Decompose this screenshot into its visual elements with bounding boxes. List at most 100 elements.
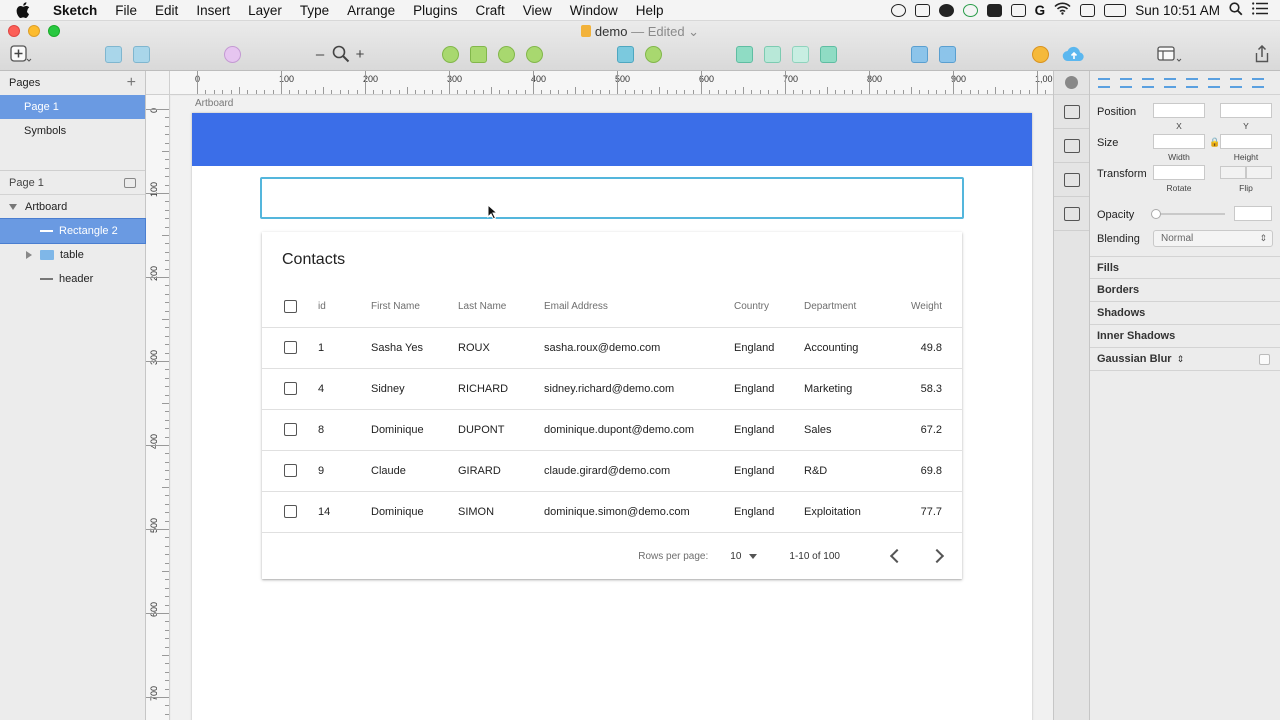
page-item-page-1[interactable]: Page 1 xyxy=(0,95,145,119)
color-picker-icon[interactable] xyxy=(1054,71,1089,95)
rotate-field[interactable] xyxy=(1153,165,1205,180)
edited-status[interactable]: — Edited xyxy=(631,24,684,39)
row-checkbox[interactable] xyxy=(284,505,297,518)
align-middle-icon[interactable] xyxy=(1230,77,1242,88)
align-top-icon[interactable] xyxy=(1208,77,1220,88)
creative-cloud-icon[interactable] xyxy=(938,3,954,17)
record-icon[interactable] xyxy=(890,3,906,17)
menu-view[interactable]: View xyxy=(514,0,561,21)
intersect-button[interactable] xyxy=(789,44,811,64)
clipboard-icon[interactable] xyxy=(986,3,1002,17)
collapse-layers-icon[interactable] xyxy=(124,177,136,188)
add-page-icon[interactable]: + xyxy=(127,74,136,92)
menu-app-sketch[interactable]: Sketch xyxy=(44,0,106,21)
select-all-checkbox[interactable] xyxy=(284,299,297,313)
flatten-button[interactable] xyxy=(523,44,545,64)
rectangle-2-layer[interactable] xyxy=(260,177,964,219)
distribute-horizontal-icon[interactable] xyxy=(1098,77,1110,88)
fills-section[interactable]: Fills xyxy=(1090,256,1280,279)
union-button[interactable] xyxy=(733,44,755,64)
menu-plugins[interactable]: Plugins xyxy=(404,0,466,21)
align-right-icon[interactable] xyxy=(1186,77,1198,88)
g-icon[interactable]: G xyxy=(1035,3,1046,18)
chevron-updown-icon[interactable]: ⇕ xyxy=(1177,354,1185,365)
shadows-section[interactable]: Shadows xyxy=(1090,302,1280,325)
blur-enable-checkbox[interactable] xyxy=(1259,354,1270,365)
film-icon[interactable] xyxy=(914,3,930,17)
menu-layer[interactable]: Layer xyxy=(239,0,291,21)
flip-horizontal-button[interactable] xyxy=(1220,166,1246,179)
flip-vertical-button[interactable] xyxy=(1246,166,1272,179)
artboard[interactable]: Contacts id First Name Last Name Email A… xyxy=(192,113,1032,720)
battery-icon[interactable] xyxy=(1104,3,1127,17)
cloud-upload-icon[interactable] xyxy=(1061,44,1087,64)
rows-per-page-select[interactable]: 10 xyxy=(730,551,758,562)
resize-constraints-icon[interactable] xyxy=(1054,197,1089,231)
group-button[interactable] xyxy=(102,44,124,64)
clock[interactable]: Sun 10:51 AM xyxy=(1135,3,1220,18)
gaussian-blur-section[interactable]: Gaussian Blur ⇕ xyxy=(1090,348,1280,371)
layer-rectangle-2[interactable]: Rectangle 2 xyxy=(0,218,146,244)
table-row[interactable]: 14 Dominique SIMON dominique.simon@demo.… xyxy=(262,491,962,533)
menu-craft[interactable]: Craft xyxy=(466,0,513,21)
position-y-field[interactable] xyxy=(1220,103,1272,118)
scale-button[interactable] xyxy=(642,44,664,64)
menu-type[interactable]: Type xyxy=(291,0,338,21)
horizontal-ruler[interactable]: 0 100 200 300 400 500 600 700 800 900 1,… xyxy=(170,71,1053,95)
menu-file[interactable]: File xyxy=(106,0,146,21)
forward-button[interactable] xyxy=(908,44,930,64)
rotate-button[interactable] xyxy=(495,44,517,64)
layer-header[interactable]: header xyxy=(0,267,145,291)
zoom-out-button[interactable]: – xyxy=(312,44,328,64)
subtract-button[interactable] xyxy=(761,44,783,64)
edit-button[interactable] xyxy=(439,44,461,64)
grammarly-icon[interactable] xyxy=(962,3,978,17)
inner-shadows-section[interactable]: Inner Shadows xyxy=(1090,325,1280,348)
export-icon[interactable] xyxy=(1054,95,1089,129)
table-row[interactable]: 4 Sidney RICHARD sidney.richard@demo.com… xyxy=(262,368,962,410)
symbol-overrides-icon[interactable] xyxy=(1054,129,1089,163)
menu-insert[interactable]: Insert xyxy=(187,0,239,21)
notification-center-icon[interactable] xyxy=(1252,2,1268,18)
opacity-slider-knob[interactable] xyxy=(1151,209,1161,219)
page-item-symbols[interactable]: Symbols xyxy=(0,119,145,143)
menu-window[interactable]: Window xyxy=(561,0,627,21)
row-checkbox[interactable] xyxy=(284,341,297,354)
column-header-first-name[interactable]: First Name xyxy=(371,286,458,328)
chevron-right-icon[interactable] xyxy=(929,548,945,564)
drive-icon[interactable] xyxy=(1010,3,1026,17)
row-checkbox[interactable] xyxy=(284,423,297,436)
column-header-id[interactable]: id xyxy=(318,286,371,328)
ungroup-button[interactable] xyxy=(130,44,152,64)
column-header-last-name[interactable]: Last Name xyxy=(458,286,544,328)
difference-button[interactable] xyxy=(817,44,839,64)
layer-artboard[interactable]: Artboard xyxy=(0,195,145,219)
distribute-vertical-icon[interactable] xyxy=(1120,77,1132,88)
width-field[interactable] xyxy=(1153,134,1205,149)
table-row[interactable]: 1 Sasha Yes ROUX sasha.roux@demo.com Eng… xyxy=(262,327,962,369)
header-layer[interactable] xyxy=(192,113,1032,166)
insert-button[interactable] xyxy=(6,44,36,64)
chevron-left-icon[interactable] xyxy=(889,548,905,564)
opacity-field[interactable] xyxy=(1234,206,1272,221)
artboard-title[interactable]: Artboard xyxy=(195,98,233,109)
height-field[interactable] xyxy=(1220,134,1272,149)
share-export-button[interactable] xyxy=(1252,44,1272,64)
menu-edit[interactable]: Edit xyxy=(146,0,187,21)
sketch-cloud-icon[interactable] xyxy=(1029,44,1051,64)
align-bottom-icon[interactable] xyxy=(1252,77,1264,88)
align-left-icon[interactable] xyxy=(1142,77,1154,88)
row-checkbox[interactable] xyxy=(284,464,297,477)
menu-help[interactable]: Help xyxy=(627,0,673,21)
opacity-slider[interactable] xyxy=(1151,209,1225,219)
column-header-email[interactable]: Email Address xyxy=(544,286,734,328)
vertical-ruler[interactable]: 0 100 200 300 400 500 600 700 xyxy=(146,95,170,720)
align-center-icon[interactable] xyxy=(1164,77,1176,88)
airplay-icon[interactable] xyxy=(1080,3,1096,17)
column-header-weight[interactable]: Weight xyxy=(887,286,962,328)
borders-section[interactable]: Borders xyxy=(1090,279,1280,302)
backward-button[interactable] xyxy=(936,44,958,64)
contacts-table-card[interactable]: Contacts id First Name Last Name Email A… xyxy=(262,232,962,579)
layer-table[interactable]: table xyxy=(0,243,145,267)
zoom-in-button[interactable]: + xyxy=(352,44,368,64)
